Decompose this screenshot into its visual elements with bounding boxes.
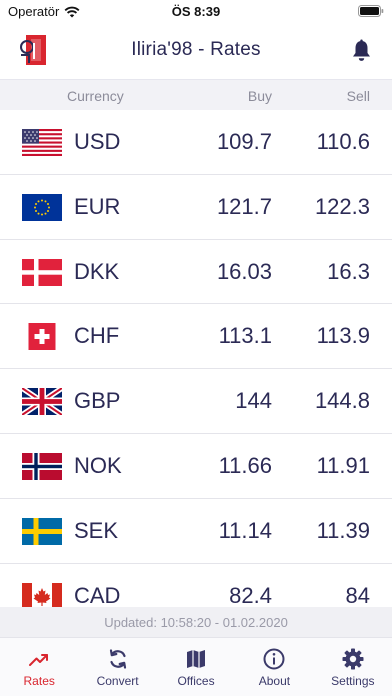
sell-rate: 113.9 <box>316 323 370 349</box>
rate-row-cad[interactable]: CAD 82.4 84 <box>0 564 392 607</box>
buy-rate: 113.1 <box>218 323 272 349</box>
tab-settings[interactable]: Settings <box>314 638 392 696</box>
currency-code: DKK <box>74 258 120 284</box>
tab-label: About <box>258 674 291 688</box>
sell-rate: 11.39 <box>316 517 370 543</box>
column-buy: Buy <box>247 88 272 104</box>
rate-row-chf[interactable]: CHF 113.1 113.9 <box>0 304 392 370</box>
buy-rate: 82.4 <box>229 582 272 607</box>
tab-convert[interactable]: Convert <box>78 638 156 696</box>
app-header: Iliria'98 - Rates <box>0 22 392 80</box>
currency-code: CHF <box>74 323 120 349</box>
currency-code: SEK <box>74 517 119 543</box>
status-bar: Operatör ÖS 8:39 <box>0 0 392 22</box>
tab-offices[interactable]: Offices <box>157 638 235 696</box>
buy-rate: 11.66 <box>218 452 272 478</box>
column-headers: Currency Buy Sell <box>0 80 392 110</box>
rates-list[interactable]: USD 109.7 110.6 EUR 121.7 122.3 DKK 16.0… <box>0 110 392 607</box>
sell-rate: 16.3 <box>327 258 370 284</box>
gear-icon <box>342 648 364 670</box>
tab-label: Settings <box>331 674 375 688</box>
updated-timestamp: Updated: 10:58:20 - 01.02.2020 <box>0 607 392 637</box>
no-flag-icon <box>22 452 62 480</box>
map-icon <box>187 650 206 668</box>
refresh-icon <box>109 649 126 669</box>
buy-rate: 16.03 <box>216 258 272 284</box>
rate-row-gbp[interactable]: GBP 144 144.8 <box>0 369 392 434</box>
currency-code: EUR <box>74 193 121 219</box>
eu-flag-icon <box>22 193 62 221</box>
info-icon <box>263 648 285 670</box>
us-flag-icon <box>22 129 62 156</box>
bell-icon[interactable] <box>351 39 372 62</box>
currency-code: CAD <box>74 582 121 607</box>
tab-label: Rates <box>23 674 55 688</box>
status-time: ÖS 8:39 <box>171 4 221 19</box>
buy-rate: 144 <box>235 388 272 414</box>
rate-row-usd[interactable]: USD 109.7 110.6 <box>0 110 392 175</box>
sell-rate: 144.8 <box>314 388 370 414</box>
rate-row-eur[interactable]: EUR 121.7 122.3 <box>0 175 392 240</box>
rate-row-nok[interactable]: NOK 11.66 11.91 <box>0 434 392 499</box>
tab-bar: Rates Convert Offices About Settings <box>0 637 392 696</box>
ch-flag-icon <box>28 323 56 351</box>
battery-icon <box>358 5 384 20</box>
column-sell: Sell <box>346 88 370 104</box>
column-currency: Currency <box>67 88 124 104</box>
sell-rate: 11.91 <box>316 452 370 478</box>
buy-rate: 109.7 <box>216 129 272 154</box>
buy-rate: 121.7 <box>216 193 272 219</box>
buy-rate: 11.14 <box>218 517 272 543</box>
currency-code: USD <box>74 129 121 154</box>
currency-code: GBP <box>74 388 121 414</box>
tab-about[interactable]: About <box>235 638 313 696</box>
tab-label: Convert <box>96 674 139 688</box>
rate-row-sek[interactable]: SEK 11.14 11.39 <box>0 499 392 564</box>
sell-rate: 110.6 <box>316 129 370 154</box>
ca-flag-icon <box>22 582 62 607</box>
tab-rates[interactable]: Rates <box>0 638 78 696</box>
dk-flag-icon <box>22 258 62 286</box>
currency-code: NOK <box>74 452 122 478</box>
rate-row-dkk[interactable]: DKK 16.03 16.3 <box>0 240 392 305</box>
sell-rate: 84 <box>345 582 370 607</box>
se-flag-icon <box>22 517 62 545</box>
page-title: Iliria'98 - Rates <box>131 39 261 60</box>
gb-flag-icon <box>22 388 62 416</box>
sell-rate: 122.3 <box>314 193 370 219</box>
tab-label: Offices <box>177 674 215 688</box>
trending-up-icon <box>29 654 49 666</box>
